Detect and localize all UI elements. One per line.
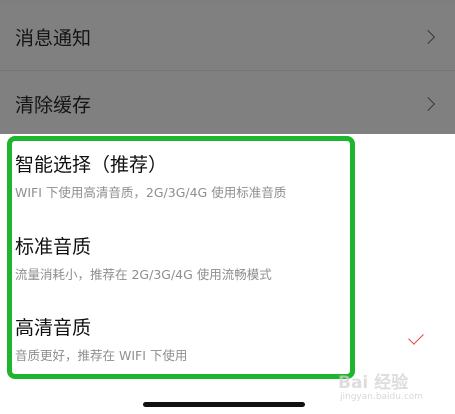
settings-item-notifications[interactable]: 消息通知 [0,4,455,70]
chevron-right-icon [420,29,436,45]
highlight-annotation [7,136,355,379]
watermark-url: jingyan.baidu.com [340,392,424,402]
settings-item-label: 消息通知 [15,27,92,50]
settings-item-clear-cache[interactable]: 清除缓存 [0,71,455,137]
chevron-right-icon [420,96,436,112]
watermark-logo: Bai 经验 [338,373,409,393]
home-indicator[interactable] [143,402,305,407]
settings-item-label: 清除缓存 [15,94,92,117]
